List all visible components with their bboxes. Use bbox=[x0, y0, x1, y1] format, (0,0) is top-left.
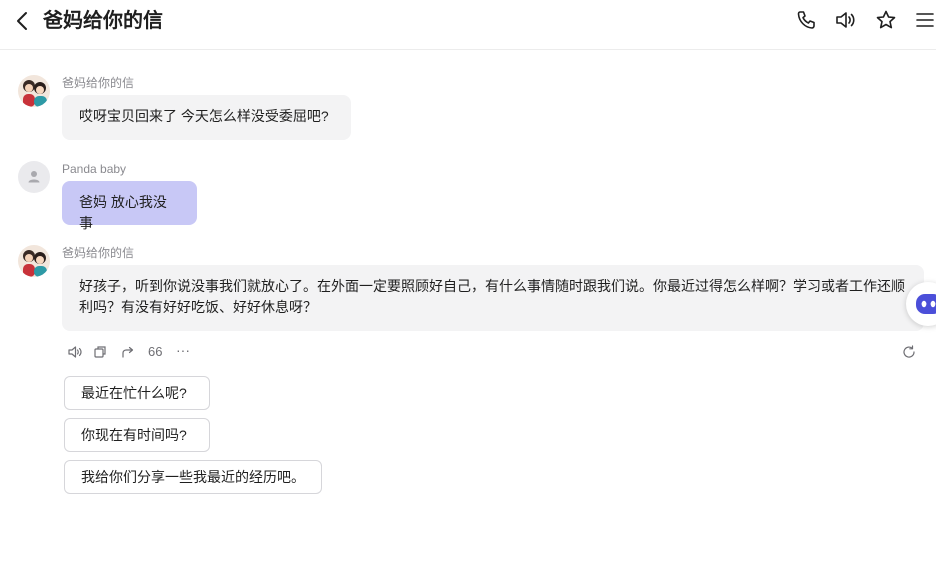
suggestion-chip[interactable]: 我给你们分享一些我最近的经历吧。 bbox=[64, 460, 322, 494]
more-icon[interactable]: ··· bbox=[176, 342, 190, 358]
speaker-icon[interactable] bbox=[834, 9, 856, 31]
menu-icon[interactable] bbox=[914, 9, 936, 31]
parents-avatar-icon bbox=[18, 245, 50, 277]
message-bubble-bot: 好孩子，听到你说没事我们就放心了。在外面一定要照顾好自己，有什么事情随时跟我们说… bbox=[62, 265, 924, 331]
message-bubble-bot: 哎呀宝贝回来了 今天怎么样没受委屈吧? bbox=[62, 95, 351, 140]
back-arrow-icon[interactable] bbox=[12, 10, 34, 32]
sender-name: 爸妈给你的信 bbox=[62, 76, 135, 90]
person-icon bbox=[28, 171, 40, 183]
star-icon[interactable] bbox=[875, 9, 897, 31]
chat-title: 爸妈给你的信 bbox=[43, 10, 163, 32]
regenerate-icon[interactable] bbox=[901, 344, 917, 360]
chat-header: 爸妈给你的信 bbox=[0, 0, 936, 50]
phone-icon[interactable] bbox=[795, 9, 817, 31]
suggestion-chip[interactable]: 最近在忙什么呢? bbox=[64, 376, 210, 410]
message-bubble-user: 爸妈 放心我没事 bbox=[62, 181, 197, 231]
read-aloud-icon[interactable] bbox=[67, 344, 83, 360]
copy-icon[interactable] bbox=[92, 344, 108, 360]
quote-icon[interactable]: 66 bbox=[148, 344, 162, 360]
bot-avatar[interactable] bbox=[18, 245, 50, 277]
sender-name: Panda baby bbox=[62, 162, 127, 176]
suggestion-chip[interactable]: 你现在有时间吗? bbox=[64, 418, 210, 452]
floating-assistant-button[interactable] bbox=[906, 282, 936, 326]
sender-name: 爸妈给你的信 bbox=[62, 246, 135, 260]
share-icon[interactable] bbox=[120, 344, 136, 360]
parents-avatar-icon bbox=[18, 75, 50, 107]
user-avatar[interactable] bbox=[18, 161, 50, 193]
bot-avatar[interactable] bbox=[18, 75, 50, 107]
assistant-icon bbox=[916, 294, 936, 314]
